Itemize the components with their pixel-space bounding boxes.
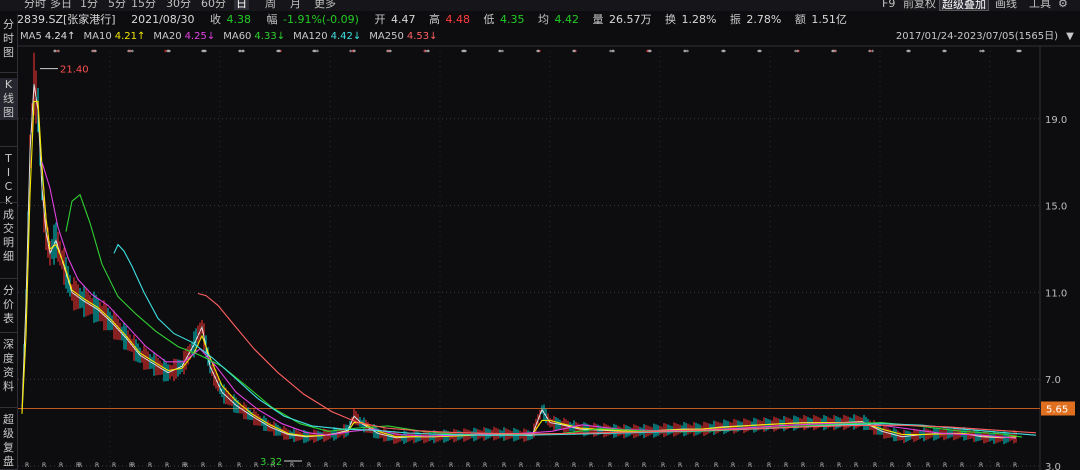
y-tick-label: 11.0 bbox=[1045, 288, 1067, 299]
rights-marker: R bbox=[926, 462, 930, 469]
rights-marker: R bbox=[820, 462, 824, 469]
rights-marker: R bbox=[767, 462, 771, 469]
rights-marker: R bbox=[837, 462, 841, 469]
rights-marker: R bbox=[731, 462, 735, 469]
rights-marker: R bbox=[960, 462, 964, 469]
event-star-marker: * bbox=[979, 49, 982, 56]
event-star-marker: * bbox=[683, 49, 686, 56]
rights-marker: R bbox=[996, 462, 1000, 469]
rights-marker: R bbox=[430, 462, 434, 469]
event-star-marker: * bbox=[868, 49, 871, 56]
rights-marker: R bbox=[413, 462, 417, 469]
kline-chart: 3.0 7.0 11.0 15.0 19.0 5.65 * * * * * * * * * * * * * * * * *… bbox=[18, 45, 1080, 470]
rights-marker: R bbox=[95, 462, 99, 469]
rights-marker: R bbox=[625, 462, 629, 469]
rights-marker: R bbox=[360, 462, 364, 469]
rights-marker: R bbox=[25, 462, 29, 469]
rights-marker: R bbox=[148, 462, 152, 469]
event-star-marker: * bbox=[1016, 49, 1019, 56]
y-tick-label: 19.0 bbox=[1045, 115, 1067, 126]
event-star-marker: * bbox=[831, 49, 834, 56]
y-tick-label: 15.0 bbox=[1045, 202, 1067, 213]
event-star-marker: * bbox=[164, 49, 167, 56]
rights-marker: R bbox=[307, 462, 311, 469]
event-star-marker: * bbox=[572, 49, 575, 56]
rights-marker: R bbox=[112, 462, 116, 469]
event-star-marker: * bbox=[423, 49, 426, 56]
rights-marker: R bbox=[396, 462, 400, 469]
rights-marker: R bbox=[254, 462, 258, 469]
rights-marker: R bbox=[466, 462, 470, 469]
rights-marker: R bbox=[608, 462, 612, 469]
ma-line-ma5 bbox=[21, 83, 1017, 439]
event-star-marker: * bbox=[238, 49, 241, 56]
rights-marker: R bbox=[42, 462, 46, 469]
rights-marker: R bbox=[854, 462, 858, 469]
rights-marker: R bbox=[165, 462, 169, 469]
event-star-marker: * bbox=[906, 49, 909, 56]
rights-marker: R bbox=[678, 462, 682, 469]
rights-marker: R bbox=[201, 462, 205, 469]
event-star-marker: * bbox=[276, 49, 279, 56]
event-star-marker: * bbox=[721, 49, 724, 56]
event-star-marker: * bbox=[609, 49, 612, 56]
event-star-marker: * bbox=[312, 49, 315, 56]
rights-marker: R bbox=[589, 462, 593, 469]
event-star-marker: * bbox=[942, 49, 945, 56]
rights-marker: R bbox=[572, 462, 576, 469]
event-star-marker: * bbox=[646, 49, 649, 56]
event-star-marker: * bbox=[349, 49, 352, 56]
y-tick-label: 7.0 bbox=[1045, 375, 1061, 386]
rights-marker: R bbox=[377, 462, 381, 469]
event-star-marker: * bbox=[757, 49, 760, 56]
rights-marker: R bbox=[943, 462, 947, 469]
rights-marker: R bbox=[237, 462, 241, 469]
rights-marker: R bbox=[890, 462, 894, 469]
y-tick-label: 3.0 bbox=[1045, 462, 1061, 470]
event-star-marker: * bbox=[461, 49, 464, 56]
rights-marker: R bbox=[182, 462, 186, 469]
rights-marker: R bbox=[907, 462, 911, 469]
ma-line-ma120 bbox=[113, 243, 1037, 436]
rights-marker: R bbox=[536, 462, 540, 469]
reference-price-label: 5.65 bbox=[1046, 404, 1068, 415]
rights-marker: R bbox=[76, 462, 80, 469]
event-star-marker: * bbox=[536, 49, 539, 56]
event-star-marker: * bbox=[794, 49, 797, 56]
rights-marker: R bbox=[748, 462, 752, 469]
rights-marker: R bbox=[801, 462, 805, 469]
rights-marker: R bbox=[873, 462, 877, 469]
rights-marker: R bbox=[1013, 462, 1017, 469]
rights-marker: R bbox=[695, 462, 699, 469]
ma-line-ma250 bbox=[197, 292, 1037, 435]
rights-marker: R bbox=[483, 462, 487, 469]
rights-marker: R bbox=[555, 462, 559, 469]
rights-marker: R bbox=[979, 462, 983, 469]
rights-marker: R bbox=[290, 462, 294, 469]
rights-marker: R bbox=[784, 462, 788, 469]
low-annotation-label: 3.32 bbox=[260, 457, 282, 468]
rights-marker: R bbox=[519, 462, 523, 469]
high-annotation-label: 21.40 bbox=[60, 65, 89, 76]
ma-line-ma60 bbox=[65, 193, 1023, 438]
rights-marker: R bbox=[218, 462, 222, 469]
event-star-marker: * bbox=[386, 49, 389, 56]
rights-marker: R bbox=[129, 462, 133, 469]
event-star-marker: * bbox=[498, 49, 501, 56]
event-star-marker: * bbox=[91, 49, 94, 56]
event-star-marker: * bbox=[53, 49, 56, 56]
rights-marker: R bbox=[714, 462, 718, 469]
ma-line-ma20 bbox=[41, 162, 1017, 439]
rights-marker: R bbox=[324, 462, 328, 469]
rights-marker: R bbox=[449, 462, 453, 469]
rights-marker: R bbox=[59, 462, 63, 469]
event-star-marker: * bbox=[127, 49, 130, 56]
rights-marker: R bbox=[502, 462, 506, 469]
rights-marker: R bbox=[642, 462, 646, 469]
event-star-marker: * bbox=[201, 49, 204, 56]
ma-line-ma10 bbox=[21, 100, 1017, 438]
rights-marker: R bbox=[343, 462, 347, 469]
rights-marker: R bbox=[661, 462, 665, 469]
